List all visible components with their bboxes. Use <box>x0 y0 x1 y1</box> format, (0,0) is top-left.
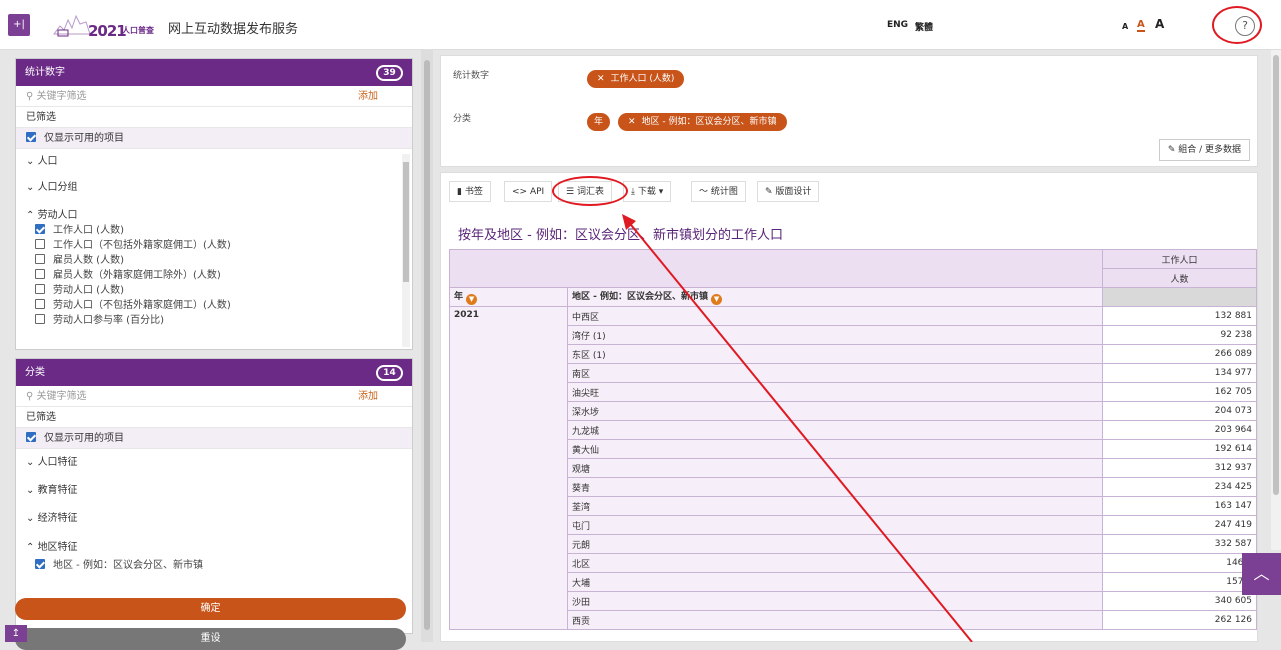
annotation-arrow <box>622 214 973 642</box>
